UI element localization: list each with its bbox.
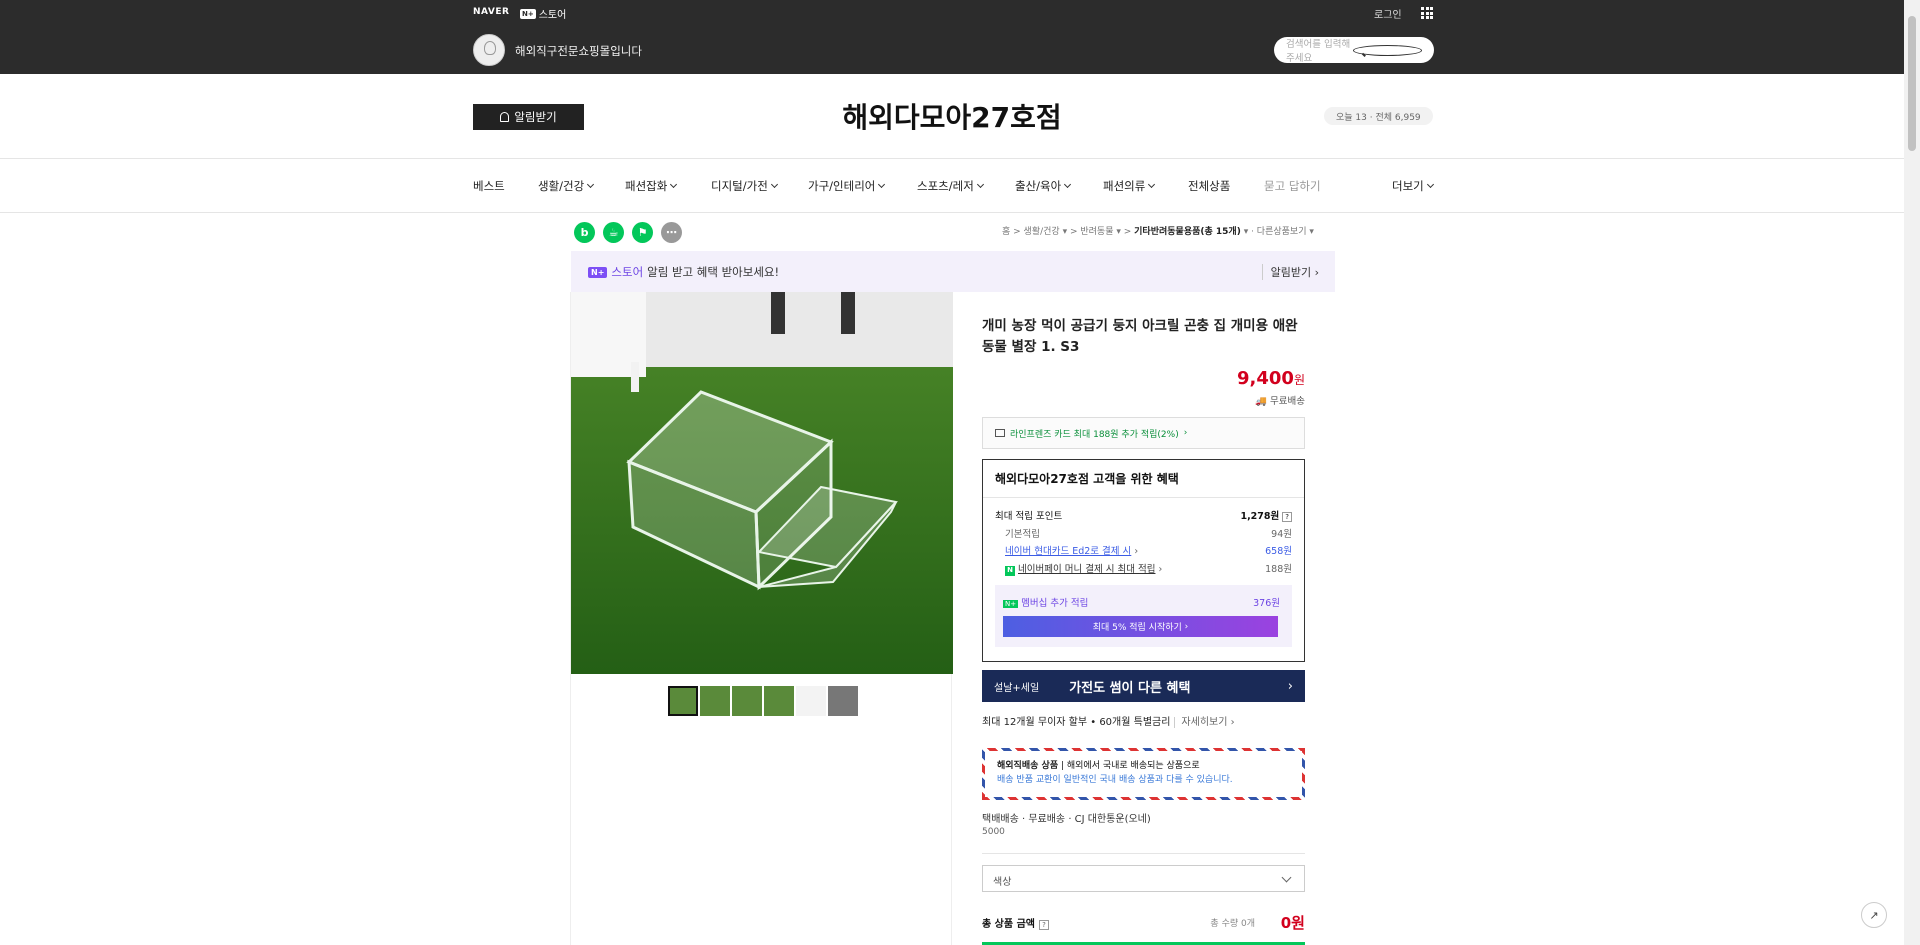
nav-item-living-health[interactable]: 생활/건강 xyxy=(538,178,595,194)
naver-logo[interactable]: NAVER xyxy=(473,7,509,17)
naver-store-link[interactable]: N+ 스토어 xyxy=(520,6,566,21)
bookmark-icon[interactable]: ⚑ xyxy=(632,222,653,243)
cafe-icon[interactable]: ☕ xyxy=(603,222,624,243)
product-image-column xyxy=(570,292,953,945)
nav-item-qna[interactable]: 묻고 답하기 xyxy=(1264,178,1321,194)
share-icon[interactable]: ↗ xyxy=(1861,902,1887,928)
nav-item-sports[interactable]: 스포츠/레저 xyxy=(917,178,984,194)
benefit-heading: 해외다모아27호점 고객을 위한 혜택 xyxy=(995,472,1179,486)
visit-counter: 오늘 13 · 전체 6,959 xyxy=(1324,107,1433,125)
benefit-box: 해외다모아27호점 고객을 위한 혜택 최대 적립 포인트 1,278원 ? 기… xyxy=(982,459,1305,662)
help-icon[interactable]: ? xyxy=(1282,512,1292,522)
store-shortcut-icons: b ☕ ⚑ ⋯ xyxy=(574,222,682,243)
thumbnail[interactable] xyxy=(700,686,730,716)
breadcrumb-cat1[interactable]: 생활/건강 xyxy=(1024,227,1060,237)
nav-item-digital[interactable]: 디지털/가전 xyxy=(711,178,778,194)
thumbnail-strip xyxy=(668,686,858,716)
hyundai-card-row[interactable]: 네이버 현대카드 Ed2로 결제 시 › 658원 xyxy=(995,543,1292,557)
membership-start-button[interactable]: 최대 5% 적립 시작하기 › xyxy=(1003,616,1278,637)
naver-store-label: 스토어 xyxy=(538,10,567,21)
category-nav: 베스트 생활/건강 패션잡화 디지털/가전 가구/인테리어 스포츠/레저 출산/… xyxy=(0,160,1904,213)
chevron-right-icon: › xyxy=(1287,678,1293,694)
delivery-info: 택배배송 · 무료배송 · CJ 대한통운(오네) xyxy=(982,814,1151,825)
more-icon[interactable]: ⋯ xyxy=(661,222,682,243)
notify-promo-banner: N+ 스토어 알림 받고 혜택 받아보세요! 알림받기 › xyxy=(571,251,1335,292)
nav-item-fashion-goods[interactable]: 패션잡화 xyxy=(625,178,678,194)
nav-item-baby[interactable]: 출산/육아 xyxy=(1015,178,1072,194)
chevron-down-icon xyxy=(878,180,886,189)
breadcrumb-home[interactable]: 홈 xyxy=(1002,227,1010,237)
blog-icon[interactable]: b xyxy=(574,222,595,243)
chevron-down-icon xyxy=(1426,180,1434,189)
chevron-down-icon xyxy=(1148,180,1156,189)
promo-notify-link[interactable]: 알림받기 › xyxy=(1261,264,1319,280)
nav-item-more[interactable]: 더보기 xyxy=(1392,178,1434,194)
product-title: 개미 농장 먹이 공급기 둥지 아크릴 곤충 집 개미용 애완 동물 별장 1.… xyxy=(982,318,1298,355)
nav-item-best[interactable]: 베스트 xyxy=(473,178,505,194)
store-avatar[interactable] xyxy=(473,34,505,66)
promo-text: 알림 받고 혜택 받아보세요! xyxy=(647,265,780,279)
scrollbar-thumb[interactable] xyxy=(1908,16,1916,151)
store-title[interactable]: 해외다모아27호점 xyxy=(0,96,1904,136)
search-icon[interactable] xyxy=(1353,44,1422,56)
card-benefit-text: 라인프렌즈 카드 최대 188원 추가 적립(2%) xyxy=(1010,429,1179,440)
sale-banner[interactable]: 설날+세일 가전도 썸이 다른 혜택 › xyxy=(982,670,1305,702)
breadcrumb: 홈 > 생활/건강 ▾ > 반려동물 ▾ > 기타반려동물용품(총 15개) ▾… xyxy=(1002,227,1314,237)
shipping-info: 🚚 무료배송 xyxy=(1255,396,1305,407)
max-points-row: 최대 적립 포인트 1,278원 ? xyxy=(995,508,1292,522)
store-search-input[interactable]: 검색어를 입력해주세요 xyxy=(1274,37,1434,64)
product-price: 9,400원 xyxy=(1237,368,1305,389)
basic-points-row: 기본적립 94원 xyxy=(1005,529,1292,540)
nav-item-clothing[interactable]: 패션의류 xyxy=(1103,178,1156,194)
color-option-select[interactable]: 색상 xyxy=(982,865,1305,892)
nav-item-furniture[interactable]: 가구/인테리어 xyxy=(808,178,886,194)
npay-icon: N xyxy=(1005,566,1015,576)
overseas-shipping-notice: 해외직배송 상품 | 해외에서 국내로 배송되는 상품으로 배송 반품 교환이 … xyxy=(982,748,1305,800)
chevron-down-icon xyxy=(670,180,678,189)
apps-grid-icon[interactable] xyxy=(1421,7,1433,19)
installment-more-link[interactable]: 자세히보기 › xyxy=(1174,717,1235,728)
breadcrumb-cat3[interactable]: 기타반려동물용품(총 15개) xyxy=(1134,227,1241,237)
search-placeholder: 검색어를 입력해주세요 xyxy=(1286,39,1351,64)
thumbnail[interactable] xyxy=(764,686,794,716)
global-top-bar: NAVER N+ 스토어 로그인 해외직구전문쇼핑몰입니다 검색어를 입력해주세… xyxy=(0,0,1904,74)
thumbnail[interactable] xyxy=(796,686,826,716)
installment-info: 최대 12개월 무이자 할부 • 60개월 특별금리 자세히보기 › xyxy=(982,717,1235,728)
nav-item-all-products[interactable]: 전체상품 xyxy=(1188,178,1230,194)
promo-store-label: 스토어 xyxy=(611,265,644,279)
chevron-down-icon xyxy=(1281,872,1292,883)
store-name[interactable]: 해외직구전문쇼핑몰입니다 xyxy=(515,43,642,59)
thumbnail[interactable] xyxy=(668,686,698,716)
chevron-down-icon xyxy=(1064,180,1072,189)
total-price-row: 총 상품 금액? 총 수량 0개 0원 xyxy=(982,914,1305,932)
thumbnail[interactable] xyxy=(732,686,762,716)
naver-plus-badge-icon: N+ xyxy=(1003,600,1019,608)
chevron-down-icon xyxy=(587,180,595,189)
thumbnail[interactable] xyxy=(828,686,858,716)
page-scrollbar[interactable] xyxy=(1904,0,1920,945)
delivery-fee: 5000 xyxy=(982,827,1005,837)
card-benefit-banner[interactable]: 라인프렌즈 카드 최대 188원 추가 적립(2%) › xyxy=(982,417,1305,449)
naver-store-badge-icon: N+ xyxy=(520,8,536,19)
breadcrumb-other-products[interactable]: 다른상품보기 xyxy=(1257,227,1307,237)
store-header: 알림받기 해외다모아27호점 오늘 13 · 전체 6,959 xyxy=(0,74,1904,159)
credit-card-icon xyxy=(995,429,1005,437)
membership-box: N+ 멤버십 추가 적립 376원 최대 5% 적립 시작하기 › xyxy=(995,585,1292,647)
chevron-down-icon xyxy=(770,180,778,189)
breadcrumb-cat2[interactable]: 반려동물 xyxy=(1080,227,1113,237)
naver-plus-badge-icon: N+ xyxy=(588,266,608,278)
product-main-image[interactable] xyxy=(571,292,953,674)
chevron-down-icon xyxy=(976,180,984,189)
npay-money-row[interactable]: N 네이버페이 머니 결제 시 최대 적립 › 188원 xyxy=(995,561,1292,576)
help-icon[interactable]: ? xyxy=(1038,920,1049,930)
login-link[interactable]: 로그인 xyxy=(1374,6,1402,21)
